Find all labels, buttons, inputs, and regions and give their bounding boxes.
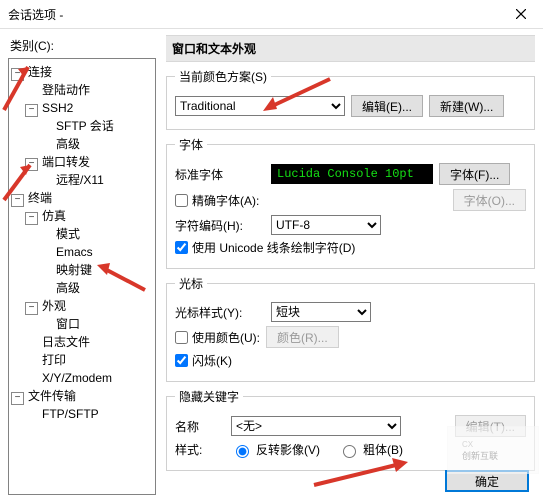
radio-bold[interactable]: 粗体(B) [338,441,403,458]
close-icon [516,9,526,19]
titlebar: 会话选项 - [0,0,543,29]
category-label: 类别(C): [10,37,156,54]
cursor-legend: 光标 [175,275,207,292]
tree-terminal[interactable]: 终端 [28,191,52,205]
tree-advanced[interactable]: 高级 [56,137,80,151]
font-button[interactable]: 字体(F)... [439,163,510,185]
tree-advanced2[interactable]: 高级 [56,281,80,295]
radio-invert[interactable]: 反转影像(V) [231,441,320,458]
cursor-color-button: 颜色(R)... [266,326,339,348]
tree-appearance[interactable]: 外观 [42,299,66,313]
tree-emacs[interactable]: Emacs [56,245,93,259]
category-tree[interactable]: −连接 登陆动作 −SSH2 SFTP 会话 高级 −端口转发 远程/X11 [8,58,156,495]
tree-port-forward[interactable]: 端口转发 [42,155,90,169]
tree-ssh2[interactable]: SSH2 [42,101,73,115]
cursor-style-label: 光标样式(Y): [175,304,265,321]
color-scheme-group: 当前颜色方案(S) Traditional 编辑(E)... 新建(W)... [166,68,535,130]
tree-login[interactable]: 登陆动作 [42,83,90,97]
collapse-icon[interactable]: − [11,392,24,405]
font-group: 字体 标准字体 Lucida Console 10pt 字体(F)... 精确字… [166,136,535,269]
collapse-icon[interactable]: − [11,68,24,81]
hidden-legend: 隐藏关键字 [175,388,243,405]
encoding-select[interactable]: UTF-8 [271,215,381,235]
close-button[interactable] [501,0,541,28]
tree-file-transfer[interactable]: 文件传输 [28,389,76,403]
cursor-style-select[interactable]: 短块 [271,302,371,322]
collapse-icon[interactable]: − [11,194,24,207]
blink-input[interactable] [175,354,188,367]
tree-log-files[interactable]: 日志文件 [42,335,90,349]
encoding-label: 字符编码(H): [175,217,265,234]
tree-mode[interactable]: 模式 [56,227,80,241]
new-scheme-button[interactable]: 新建(W)... [429,95,504,117]
tree-print[interactable]: 打印 [42,353,66,367]
use-color-checkbox[interactable]: 使用颜色(U): [175,329,260,346]
tree-xyz[interactable]: X/Y/Zmodem [42,371,112,385]
use-color-input[interactable] [175,331,188,344]
edit-scheme-button[interactable]: 编辑(E)... [351,95,423,117]
tree-ftp-sftp[interactable]: FTP/SFTP [42,407,99,421]
collapse-icon[interactable]: − [25,212,38,225]
collapse-icon[interactable]: − [25,104,38,117]
collapse-icon[interactable]: − [25,158,38,171]
font-button-2: 字体(O)... [453,189,526,211]
color-scheme-legend: 当前颜色方案(S) [175,68,271,85]
hidden-style-label: 样式: [175,441,225,458]
tree-sftp-session[interactable]: SFTP 会话 [56,119,114,133]
font-sample: Lucida Console 10pt [271,164,433,184]
window-title: 会话选项 - [8,6,501,23]
blink-checkbox[interactable]: 闪烁(K) [175,352,232,369]
standard-font-label: 标准字体 [175,166,265,183]
svg-text:创新互联: 创新互联 [462,450,498,461]
watermark-logo: CX创新互联 [447,426,539,474]
unicode-lines-input[interactable] [175,241,188,254]
hidden-name-label: 名称 [175,418,225,435]
precise-font-checkbox[interactable]: 精确字体(A): [175,192,259,209]
cursor-group: 光标 光标样式(Y): 短块 使用颜色(U): 颜色(R)... 闪烁(K) [166,275,535,382]
tree-emulation[interactable]: 仿真 [42,209,66,223]
tree-window[interactable]: 窗口 [56,317,80,331]
svg-text:CX: CX [462,440,474,449]
unicode-lines-checkbox[interactable]: 使用 Unicode 线条绘制字符(D) [175,239,355,256]
hidden-name-select[interactable]: <无> [231,416,401,436]
font-legend: 字体 [175,136,207,153]
tree-connection[interactable]: 连接 [28,65,52,79]
tree-map-keys[interactable]: 映射键 [56,263,92,277]
collapse-icon[interactable]: − [25,302,38,315]
tree-remote-x11[interactable]: 远程/X11 [56,173,104,187]
scheme-select[interactable]: Traditional [175,96,345,116]
section-header: 窗口和文本外观 [166,35,535,62]
precise-font-input[interactable] [175,194,188,207]
